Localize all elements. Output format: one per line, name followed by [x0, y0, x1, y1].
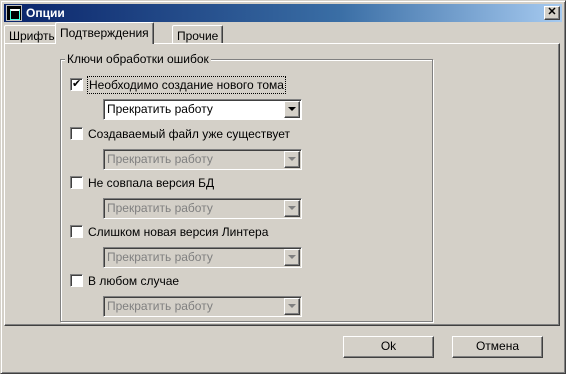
any-case-label: В любом случае [88, 274, 180, 288]
file-exists-action-select: Прекратить работу [103, 149, 302, 170]
new-volume-label: Необходимо создание нового тома [87, 76, 286, 94]
select-value: Прекратить работу [107, 152, 213, 166]
tab-other[interactable]: Прочие [172, 25, 224, 45]
terminal-app-icon [6, 5, 22, 21]
any-case-action-select: Прекратить работу [103, 296, 302, 317]
select-value: Прекратить работу [107, 250, 213, 264]
chevron-down-icon[interactable] [284, 101, 300, 118]
select-value: Прекратить работу [107, 299, 213, 313]
tab-panel-confirmations: Ключи обработки ошибок Необходимо создан… [4, 43, 560, 326]
cancel-button[interactable]: Отмена [452, 336, 543, 358]
new-volume-action-select[interactable]: Прекратить работу [103, 99, 302, 120]
any-case-checkbox[interactable] [70, 274, 83, 287]
db-version-mismatch-action-select: Прекратить работу [103, 198, 302, 219]
title-bar[interactable]: Опции ✕ [4, 4, 562, 22]
linter-too-new-checkbox[interactable] [70, 225, 83, 238]
close-button[interactable]: ✕ [544, 6, 560, 20]
chevron-down-icon [284, 151, 300, 168]
window-title: Опции [26, 6, 65, 20]
tab-confirmations[interactable]: Подтверждения [55, 22, 154, 44]
select-value: Прекратить работу [107, 201, 213, 215]
db-version-mismatch-checkbox[interactable] [70, 176, 83, 189]
ok-button[interactable]: Ok [343, 336, 434, 358]
chevron-down-icon [284, 298, 300, 315]
linter-too-new-label: Слишком новая версия Линтера [88, 225, 269, 239]
group-title: Ключи обработки ошибок [65, 52, 211, 66]
tab-fonts[interactable]: Шрифты [4, 25, 63, 45]
db-version-mismatch-label: Не совпала версия БД [88, 176, 215, 190]
file-exists-checkbox[interactable] [70, 127, 83, 140]
linter-too-new-action-select: Прекратить работу [103, 247, 302, 268]
chevron-down-icon [284, 200, 300, 217]
file-exists-label: Создаваемый файл уже существует [88, 127, 291, 141]
new-volume-checkbox[interactable] [70, 77, 83, 91]
error-keys-group: Ключи обработки ошибок Необходимо создан… [60, 52, 433, 322]
select-value: Прекратить работу [107, 102, 213, 116]
chevron-down-icon [284, 249, 300, 266]
